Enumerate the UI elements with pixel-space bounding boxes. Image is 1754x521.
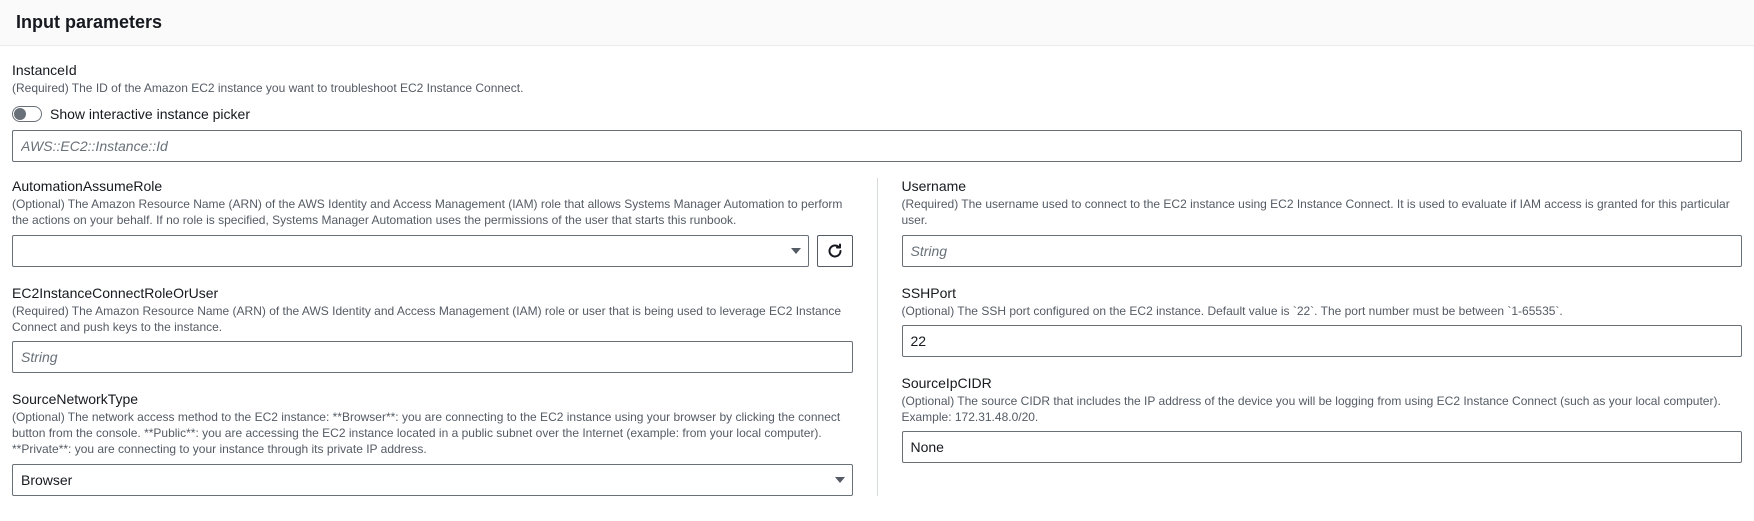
section-header: Input parameters bbox=[0, 0, 1754, 46]
field-source-ip-cidr: SourceIpCIDR (Optional) The source CIDR … bbox=[902, 375, 1743, 463]
field-ec2-connect-role: EC2InstanceConnectRoleOrUser (Required) … bbox=[12, 285, 853, 373]
ssh-port-desc: (Optional) The SSH port configured on th… bbox=[902, 303, 1743, 319]
automation-assume-role-select[interactable] bbox=[12, 235, 809, 267]
columns: AutomationAssumeRole (Optional) The Amaz… bbox=[12, 178, 1742, 495]
username-input[interactable] bbox=[902, 235, 1743, 267]
ec2-connect-role-input[interactable] bbox=[12, 341, 853, 373]
source-network-type-select-wrap: Browser bbox=[12, 464, 853, 496]
field-automation-assume-role: AutomationAssumeRole (Optional) The Amaz… bbox=[12, 178, 853, 266]
source-ip-cidr-input[interactable] bbox=[902, 431, 1743, 463]
section-title: Input parameters bbox=[16, 12, 1738, 33]
username-desc: (Required) The username used to connect … bbox=[902, 196, 1743, 228]
ssh-port-input[interactable] bbox=[902, 325, 1743, 357]
source-network-type-desc: (Optional) The network access method to … bbox=[12, 409, 853, 458]
automation-assume-role-label: AutomationAssumeRole bbox=[12, 178, 853, 194]
ec2-connect-role-label: EC2InstanceConnectRoleOrUser bbox=[12, 285, 853, 301]
source-ip-cidr-label: SourceIpCIDR bbox=[902, 375, 1743, 391]
instance-id-label: InstanceId bbox=[12, 62, 1742, 78]
instance-id-input[interactable] bbox=[12, 130, 1742, 162]
field-instance-id: InstanceId (Required) The ID of the Amaz… bbox=[12, 62, 1742, 162]
field-username: Username (Required) The username used to… bbox=[902, 178, 1743, 266]
automation-assume-role-row bbox=[12, 235, 853, 267]
automation-assume-role-select-wrap bbox=[12, 235, 809, 267]
field-ssh-port: SSHPort (Optional) The SSH port configur… bbox=[902, 285, 1743, 357]
instance-picker-toggle-label: Show interactive instance picker bbox=[50, 106, 250, 122]
form-content: InstanceId (Required) The ID of the Amaz… bbox=[0, 46, 1754, 516]
username-label: Username bbox=[902, 178, 1743, 194]
ssh-port-label: SSHPort bbox=[902, 285, 1743, 301]
left-column: AutomationAssumeRole (Optional) The Amaz… bbox=[12, 178, 878, 495]
instance-picker-toggle-row: Show interactive instance picker bbox=[12, 106, 1742, 122]
automation-assume-role-desc: (Optional) The Amazon Resource Name (ARN… bbox=[12, 196, 853, 228]
ec2-connect-role-desc: (Required) The Amazon Resource Name (ARN… bbox=[12, 303, 853, 335]
field-source-network-type: SourceNetworkType (Optional) The network… bbox=[12, 391, 853, 496]
right-column: Username (Required) The username used to… bbox=[878, 178, 1743, 495]
refresh-icon bbox=[827, 243, 843, 259]
instance-picker-toggle[interactable] bbox=[12, 106, 42, 122]
source-ip-cidr-desc: (Optional) The source CIDR that includes… bbox=[902, 393, 1743, 425]
source-network-type-label: SourceNetworkType bbox=[12, 391, 853, 407]
instance-id-desc: (Required) The ID of the Amazon EC2 inst… bbox=[12, 80, 1742, 96]
source-network-type-select[interactable]: Browser bbox=[12, 464, 853, 496]
refresh-button[interactable] bbox=[817, 235, 853, 267]
